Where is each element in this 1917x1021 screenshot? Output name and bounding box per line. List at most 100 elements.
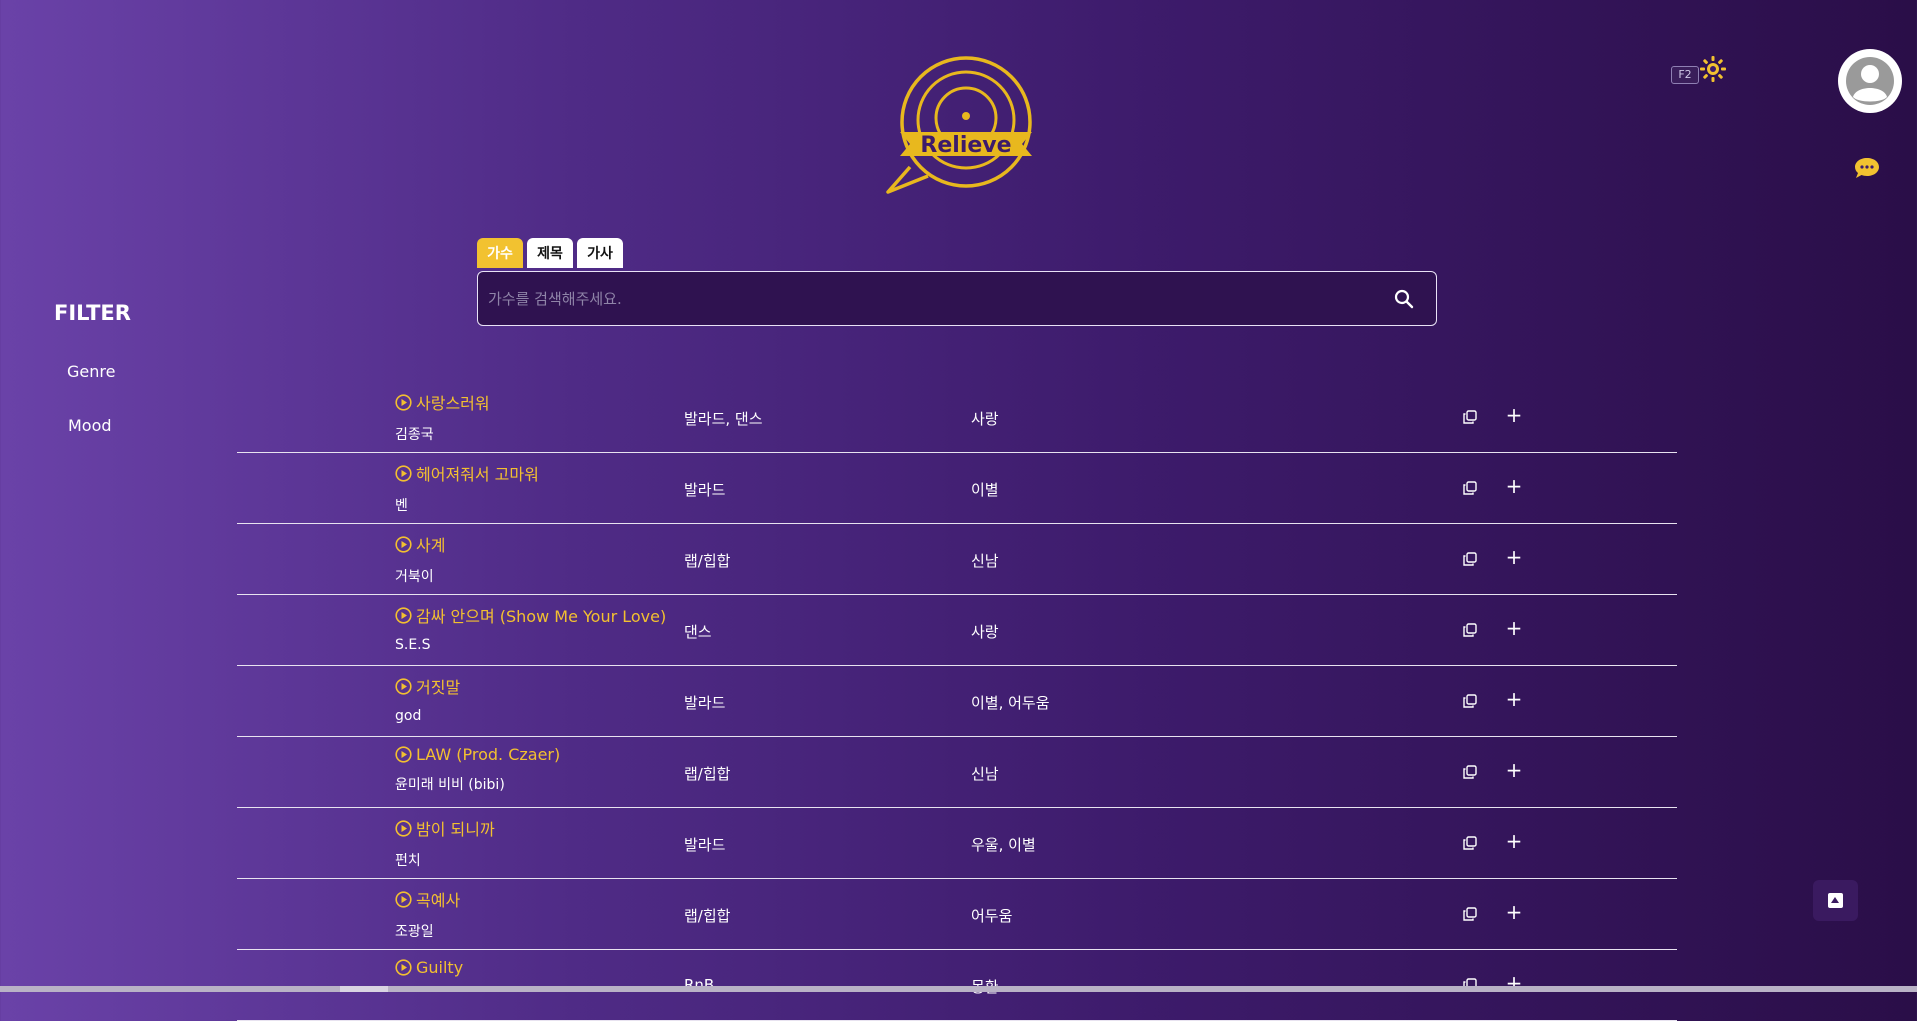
song-row: 사계 거북이 랩/힙합 신남 + xyxy=(237,524,1677,595)
play-icon xyxy=(395,464,412,482)
copy-icon[interactable] xyxy=(1463,694,1477,708)
relieve-logo[interactable]: Relieve xyxy=(880,52,1036,194)
profile-button[interactable] xyxy=(1838,49,1902,113)
play-icon xyxy=(395,535,412,553)
plus-icon[interactable]: + xyxy=(1505,902,1523,922)
song-title: 헤어져줘서 고마워 xyxy=(416,465,539,484)
song-genre: 랩/힙합 xyxy=(684,907,731,925)
shortcut-badge: F2 xyxy=(1671,66,1699,84)
song-title-link[interactable]: 사랑스러워 xyxy=(395,390,490,414)
filter-mood[interactable]: Mood xyxy=(68,416,112,435)
search-icon[interactable] xyxy=(1394,289,1414,309)
copy-icon[interactable] xyxy=(1463,623,1477,637)
user-icon xyxy=(1846,57,1894,105)
song-info: 사랑스러워 김종국 xyxy=(395,390,490,444)
copy-icon[interactable] xyxy=(1463,410,1477,424)
song-genre: 댄스 xyxy=(684,623,712,641)
song-info: 거짓말 god xyxy=(395,674,460,724)
song-row: 거짓말 god 발라드 이별, 어두움 + xyxy=(237,666,1677,737)
tab-lyrics[interactable]: 가사 xyxy=(577,238,623,268)
song-mood: 신남 xyxy=(971,765,999,783)
plus-icon[interactable]: + xyxy=(1505,618,1523,638)
song-title: 사랑스러워 xyxy=(416,394,490,413)
song-artist: 벤 xyxy=(395,498,408,514)
arrow-up-icon xyxy=(1828,893,1843,908)
song-info: 감싸 안으며 (Show Me Your Love) S.E.S xyxy=(395,603,666,653)
filter-title: FILTER xyxy=(54,301,131,325)
plus-icon[interactable]: + xyxy=(1505,831,1523,851)
song-genre: 랩/힙합 xyxy=(684,552,731,570)
song-title: LAW (Prod. Czaer) xyxy=(416,745,561,764)
play-icon xyxy=(395,677,412,695)
song-title-link[interactable]: 곡예사 xyxy=(395,887,460,911)
song-title-link[interactable]: 헤어져줘서 고마워 xyxy=(395,461,539,485)
song-genre: 발라드 xyxy=(684,836,726,854)
scrollbar-thumb[interactable] xyxy=(340,986,388,992)
song-title-link[interactable]: 감싸 안으며 (Show Me Your Love) xyxy=(395,603,666,627)
song-mood: 사랑 xyxy=(971,410,999,428)
song-mood: 사랑 xyxy=(971,623,999,641)
copy-icon[interactable] xyxy=(1463,907,1477,921)
play-icon xyxy=(395,393,412,411)
song-artist: 김종국 xyxy=(395,427,434,443)
copy-icon[interactable] xyxy=(1463,765,1477,779)
song-mood: 어두움 xyxy=(971,907,1013,925)
song-info: LAW (Prod. Czaer) 윤미래 비비 (bibi) xyxy=(395,745,560,794)
song-row: 사랑스러워 김종국 발라드, 댄스 사랑 + xyxy=(237,382,1677,453)
search-box xyxy=(477,271,1437,326)
song-title: 곡예사 xyxy=(416,891,461,910)
song-title-link[interactable]: 사계 xyxy=(395,532,445,556)
song-title-link[interactable]: LAW (Prod. Czaer) xyxy=(395,745,560,764)
song-artist: 거북이 xyxy=(395,569,434,585)
play-icon xyxy=(395,819,412,837)
song-info: 곡예사 조광일 xyxy=(395,887,460,941)
plus-icon[interactable]: + xyxy=(1505,405,1523,425)
chat-icon[interactable] xyxy=(1854,156,1880,180)
song-mood: 신남 xyxy=(971,552,999,570)
song-mood: 이별, 어두움 xyxy=(971,694,1050,712)
song-title: 밤이 되니까 xyxy=(416,820,495,839)
sun-icon[interactable] xyxy=(1700,56,1726,82)
play-icon xyxy=(395,959,412,976)
song-title: 감싸 안으며 (Show Me Your Love) xyxy=(416,607,667,626)
search-tabs: 가수 제목 가사 xyxy=(477,238,623,268)
song-row: LAW (Prod. Czaer) 윤미래 비비 (bibi) 랩/힙합 신남 … xyxy=(237,737,1677,808)
song-mood: 이별 xyxy=(971,481,999,499)
song-mood: 우울, 이별 xyxy=(971,836,1036,854)
song-title: Guilty xyxy=(416,958,464,977)
scroll-top-button[interactable] xyxy=(1813,880,1858,921)
song-list: 사랑스러워 김종국 발라드, 댄스 사랑 + 헤어져줘서 고마워 벤 발라드 이… xyxy=(237,382,1677,1021)
song-artist: 윤미래 비비 (bibi) xyxy=(395,777,505,793)
song-title: 사계 xyxy=(416,536,446,555)
song-info: Guilty xyxy=(395,958,463,987)
song-row: 감싸 안으며 (Show Me Your Love) S.E.S 댄스 사랑 + xyxy=(237,595,1677,666)
plus-icon[interactable]: + xyxy=(1505,760,1523,780)
song-artist: 펀치 xyxy=(395,853,421,869)
song-title: 거짓말 xyxy=(416,678,461,697)
song-genre: 발라드 xyxy=(684,481,726,499)
song-title-link[interactable]: Guilty xyxy=(395,958,463,977)
song-genre: 발라드 xyxy=(684,694,726,712)
song-title-link[interactable]: 밤이 되니까 xyxy=(395,816,495,840)
play-icon xyxy=(395,890,412,908)
play-icon xyxy=(395,606,412,624)
tab-title[interactable]: 제목 xyxy=(527,238,573,268)
song-artist: 조광일 xyxy=(395,924,434,940)
copy-icon[interactable] xyxy=(1463,552,1477,566)
copy-icon[interactable] xyxy=(1463,836,1477,850)
horizontal-scrollbar[interactable] xyxy=(0,986,1917,992)
plus-icon[interactable]: + xyxy=(1505,476,1523,496)
song-row: 밤이 되니까 펀치 발라드 우울, 이별 + xyxy=(237,808,1677,879)
copy-icon[interactable] xyxy=(1463,481,1477,495)
song-genre: 랩/힙합 xyxy=(684,765,731,783)
song-info: 사계 거북이 xyxy=(395,532,445,586)
search-input[interactable] xyxy=(486,272,1370,326)
plus-icon[interactable]: + xyxy=(1505,689,1523,709)
plus-icon[interactable]: + xyxy=(1505,547,1523,567)
filter-genre[interactable]: Genre xyxy=(67,362,115,381)
song-row: 곡예사 조광일 랩/힙합 어두움 + xyxy=(237,879,1677,950)
song-artist: S.E.S xyxy=(395,637,431,653)
tab-singer[interactable]: 가수 xyxy=(477,238,523,268)
logo-text: Relieve xyxy=(920,133,1011,158)
song-title-link[interactable]: 거짓말 xyxy=(395,674,460,698)
